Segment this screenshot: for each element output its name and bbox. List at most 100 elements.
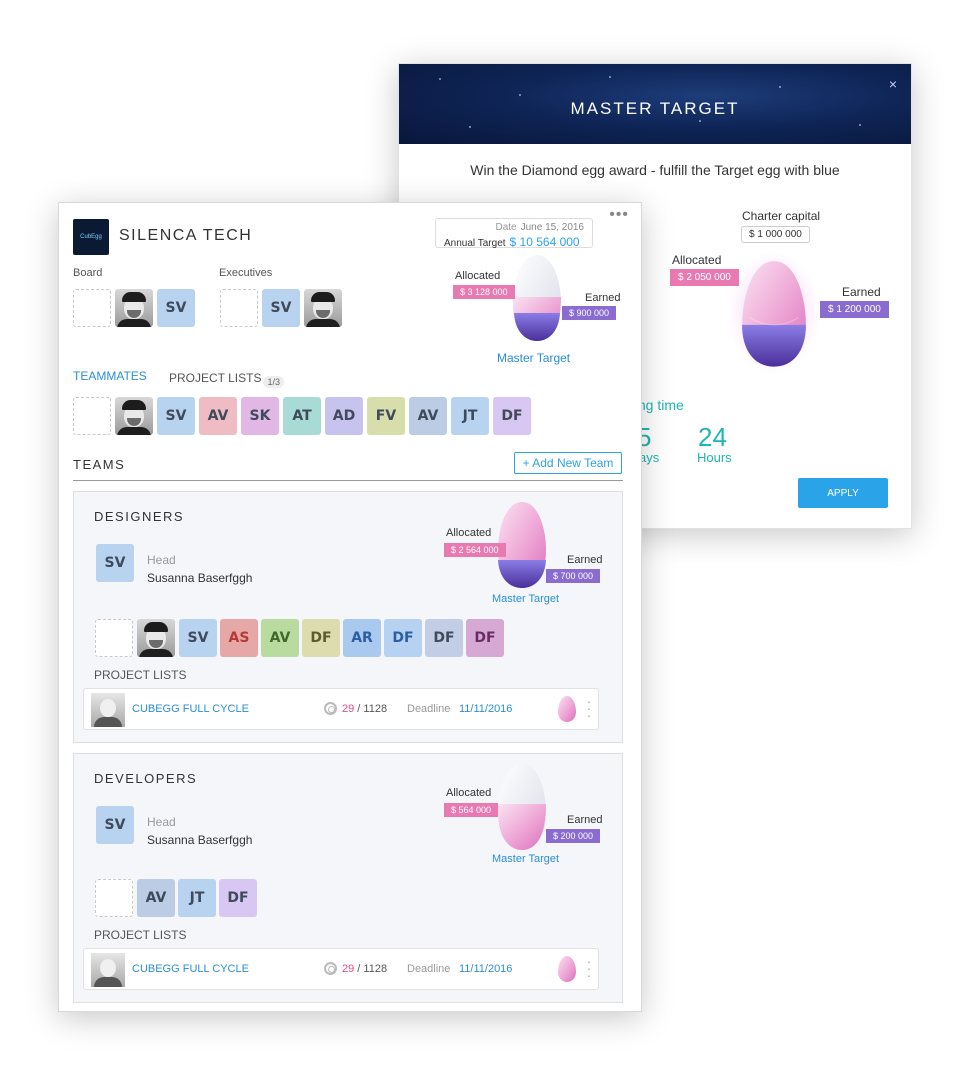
company-allocated-label: Allocated: [455, 270, 501, 282]
team-name: DESIGNERS: [94, 509, 185, 524]
avatar[interactable]: [115, 397, 153, 435]
master-egg-image: [727, 251, 821, 374]
avatar[interactable]: DF: [425, 619, 463, 657]
team-head-avatar[interactable]: SV: [96, 806, 134, 844]
annual-target-label: Annual Target: [444, 238, 506, 249]
add-teammate-slot[interactable]: [73, 397, 111, 435]
progress-circle-icon: [324, 962, 337, 975]
avatar[interactable]: JT: [451, 397, 489, 435]
company-master-target-link[interactable]: Master Target: [497, 351, 570, 365]
apply-button[interactable]: APPLY: [798, 478, 888, 508]
modal-earned-label: Earned: [842, 285, 881, 299]
team-earned-value: $ 200 000: [546, 829, 601, 843]
avatar[interactable]: AV: [137, 879, 175, 917]
avatar[interactable]: [137, 619, 175, 657]
avatar[interactable]: SV: [179, 619, 217, 657]
teams-title: TEAMS: [73, 457, 126, 472]
team-card-developers: DEVELOPERS SV Head Susanna Baserfggh All…: [73, 753, 623, 1003]
team-earned-label: Earned: [567, 814, 603, 826]
project-owner-photo: [91, 693, 125, 727]
add-new-team-button[interactable]: + Add New Team: [514, 452, 622, 474]
company-name: SILENCA TECH: [119, 227, 253, 244]
divider: [73, 480, 623, 481]
company-earned-value: $ 900 000: [562, 306, 617, 320]
egg-icon: [558, 696, 576, 722]
more-options-icon[interactable]: •••: [609, 206, 629, 224]
avatar[interactable]: AS: [220, 619, 258, 657]
add-member-slot[interactable]: [95, 619, 133, 657]
avatar[interactable]: AV: [409, 397, 447, 435]
team-earned-label: Earned: [567, 554, 603, 566]
charter-capital-value: $ 1 000 000: [741, 226, 810, 243]
team-allocated-label: Allocated: [446, 787, 492, 799]
avatar[interactable]: SV: [157, 397, 195, 435]
head-label: Head: [147, 553, 176, 567]
project-lists-label: PROJECT LISTS: [94, 668, 187, 682]
team-master-target-link[interactable]: Master Target: [492, 853, 559, 865]
project-name-link[interactable]: CUBEGG FULL CYCLE: [132, 703, 249, 715]
days-label: ays: [639, 450, 660, 465]
avatar[interactable]: AT: [283, 397, 321, 435]
head-name: Susanna Baserfggh: [147, 833, 253, 847]
company-allocated-value: $ 3 128 000: [453, 285, 515, 299]
team-head-avatar[interactable]: SV: [96, 544, 134, 582]
add-executive-slot[interactable]: [220, 289, 258, 327]
avatar[interactable]: DF: [219, 879, 257, 917]
avatar[interactable]: JT: [178, 879, 216, 917]
avatar[interactable]: AV: [261, 619, 299, 657]
deadline-label: Deadline: [407, 703, 451, 715]
deadline-value: 11/11/2016: [459, 963, 513, 975]
progress-circle-icon: [324, 702, 337, 715]
annual-target-box: Date June 15, 2016 Annual Target $ 10 564 …: [435, 218, 593, 249]
team-master-target-link[interactable]: Master Target: [492, 593, 559, 605]
annual-target-value: $ 10 564 000: [509, 235, 580, 249]
egg-icon: [558, 956, 576, 982]
avatar[interactable]: SK: [241, 397, 279, 435]
avatar[interactable]: FV: [367, 397, 405, 435]
avatar[interactable]: DF: [302, 619, 340, 657]
tab-project-lists-label: PROJECT LISTS: [169, 371, 262, 385]
project-list-item[interactable]: CUBEGG FULL CYCLE 29 / 1128 Deadline 11/…: [83, 688, 599, 730]
avatar[interactable]: SV: [262, 289, 300, 327]
deadline-value: 11/11/2016: [459, 703, 513, 715]
board-label: Board: [73, 267, 103, 279]
avatar[interactable]: AD: [325, 397, 363, 435]
project-lists-label: PROJECT LISTS: [94, 928, 187, 942]
company-earned-label: Earned: [585, 292, 621, 304]
tab-project-lists[interactable]: PROJECT LISTS 1/3: [169, 371, 284, 388]
modal-earned-value: $ 1 200 000: [820, 301, 889, 318]
charter-capital-label: Charter capital: [742, 209, 821, 223]
more-vertical-icon[interactable]: · · ·: [586, 954, 592, 982]
head-label: Head: [147, 815, 176, 829]
add-member-slot[interactable]: [95, 879, 133, 917]
avatar[interactable]: [304, 289, 342, 327]
team-earned-value: $ 700 000: [546, 569, 601, 583]
avatar[interactable]: DF: [466, 619, 504, 657]
project-owner-photo: [91, 953, 125, 987]
close-icon[interactable]: ×: [889, 76, 897, 92]
project-progress: 29 / 1128: [324, 702, 387, 715]
avatar[interactable]: SV: [157, 289, 195, 327]
avatar[interactable]: DF: [493, 397, 531, 435]
team-allocated-value: $ 2 564 000: [444, 543, 506, 557]
project-list-item[interactable]: CUBEGG FULL CYCLE 29 / 1128 Deadline 11/…: [83, 948, 599, 990]
avatar[interactable]: [115, 289, 153, 327]
avatar[interactable]: DF: [384, 619, 422, 657]
executives-label: Executives: [219, 267, 273, 279]
project-progress: 29 / 1128: [324, 962, 387, 975]
company-panel: CubEgg SILENCA TECH ••• Date June 15, 201…: [58, 202, 642, 1012]
project-lists-count-badge: 1/3: [263, 376, 284, 388]
project-name-link[interactable]: CUBEGG FULL CYCLE: [132, 963, 249, 975]
hours-label: Hours: [697, 450, 732, 465]
head-name: Susanna Baserfggh: [147, 571, 253, 585]
tab-teammates[interactable]: TEAMMATES: [73, 369, 147, 383]
more-vertical-icon[interactable]: · · ·: [586, 694, 592, 722]
date-value: June 15, 2016: [520, 222, 584, 233]
modal-title: MASTER TARGET: [570, 99, 740, 118]
deadline-label: Deadline: [407, 963, 451, 975]
team-card-designers: DESIGNERS SV Head Susanna Baserfggh Allo…: [73, 491, 623, 743]
date-label: Date: [495, 222, 517, 233]
avatar[interactable]: AV: [199, 397, 237, 435]
avatar[interactable]: AR: [343, 619, 381, 657]
add-board-member-slot[interactable]: [73, 289, 111, 327]
